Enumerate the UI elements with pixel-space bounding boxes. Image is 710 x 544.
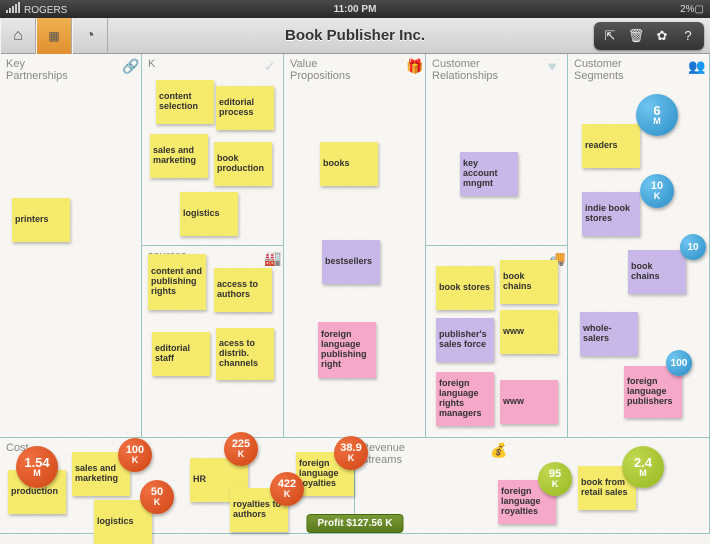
check-icon: ✓ (264, 58, 276, 75)
note-printers[interactable]: printers (12, 198, 70, 242)
badge-salesmkt[interactable]: 100K (118, 438, 152, 472)
section-ka: K (142, 54, 161, 74)
help-icon: ? (684, 28, 691, 43)
canvas[interactable]: Key Partnerships 🔗 K ✓ Value Proposition… (0, 54, 710, 535)
badge-flp[interactable]: 100 (666, 350, 692, 376)
note-bestsellers[interactable]: bestsellers (322, 240, 380, 284)
toolbar-right: ⇱ 🗑 ✿ ? (594, 22, 704, 50)
note-kam[interactable]: key account mngmt (460, 152, 518, 196)
badge-flr[interactable]: 38.9K (334, 436, 368, 470)
badge-royauth[interactable]: 422K (270, 472, 304, 506)
note-indie[interactable]: indie book stores (582, 192, 640, 236)
note-www[interactable]: www (500, 310, 558, 354)
clock-label: 11:00 PM (334, 4, 377, 15)
profit-label: Profit $127.56 K (306, 514, 403, 533)
carrier-label: ROGERS (6, 2, 67, 16)
link-icon: 🔗 (122, 58, 139, 75)
section-cr: Customer Relationships (426, 54, 516, 86)
note-books[interactable]: books (320, 142, 378, 186)
note-content-selection[interactable]: content selection (156, 80, 214, 124)
export-button[interactable]: ⇱ (597, 25, 623, 47)
note-book-chains[interactable]: book chains (500, 260, 558, 304)
section-rev: Revenue Streams (355, 438, 445, 470)
trash-icon: 🗑 (628, 28, 645, 44)
chart-button[interactable]: ◔ (72, 18, 108, 54)
note-readers[interactable]: readers (582, 124, 640, 168)
help-button[interactable]: ? (675, 25, 701, 47)
calculator-icon: ▦ (48, 29, 59, 43)
trash-button[interactable]: 🗑 (623, 25, 649, 47)
note-editorial-staff[interactable]: editorial staff (152, 332, 210, 376)
note-psf[interactable]: publisher's sales force (436, 318, 494, 362)
badge-production[interactable]: 1.54M (16, 446, 58, 488)
note-book-chains2[interactable]: book chains (628, 250, 686, 294)
factory-icon: 🏭 (264, 250, 281, 267)
note-logistics[interactable]: logistics (180, 192, 238, 236)
section-kp: Key Partnerships (0, 54, 90, 86)
note-www2[interactable]: www (500, 380, 558, 424)
note-wholesalers[interactable]: whole-salers (580, 312, 638, 356)
badge-readers[interactable]: 6M (636, 94, 678, 136)
note-cpr[interactable]: content and publishing rights (148, 254, 206, 310)
badge-retail[interactable]: 2.4M (622, 446, 664, 488)
battery-label: 2%▢ (680, 4, 704, 15)
pie-icon: ◔ (85, 27, 95, 45)
heart-icon: ♥ (548, 58, 556, 74)
note-access-dist[interactable]: acess to distrib. channels (216, 328, 274, 380)
home-button[interactable]: ⌂ (0, 18, 36, 54)
badge-indie[interactable]: 10K (640, 174, 674, 208)
money-icon: 💰 (490, 442, 507, 459)
note-flrm[interactable]: foreign language rights managers (436, 372, 494, 426)
badge-hr[interactable]: 225K (224, 432, 258, 466)
export-icon: ⇱ (605, 28, 616, 44)
badge-chains[interactable]: 10 (680, 234, 706, 260)
page-title: Book Publisher Inc. (285, 27, 425, 44)
gear-icon: ✿ (657, 28, 668, 44)
note-book-stores[interactable]: book stores (436, 266, 494, 310)
note-access-authors[interactable]: access to authors (214, 268, 272, 312)
note-sales-marketing[interactable]: sales and marketing (150, 134, 208, 178)
section-cs: Customer Segments (568, 54, 658, 86)
note-editorial-process[interactable]: editorial process (216, 86, 274, 130)
people-icon: 👥 (688, 58, 705, 75)
note-flpr[interactable]: foreign language publishing right (318, 322, 376, 378)
note-book-production[interactable]: book production (214, 142, 272, 186)
badge-logistics[interactable]: 50K (140, 480, 174, 514)
calculator-button[interactable]: ▦ (36, 18, 72, 54)
status-bar: ROGERS 11:00 PM 2%▢ (0, 0, 710, 18)
home-icon: ⌂ (13, 27, 23, 45)
section-vp: Value Propositions (284, 54, 374, 86)
settings-button[interactable]: ✿ (649, 25, 675, 47)
title-bar: ⌂ ▦ ◔ Book Publisher Inc. ⇱ 🗑 ✿ ? (0, 18, 710, 54)
gift-icon: 🎁 (406, 58, 423, 75)
badge-flr2[interactable]: 95K (538, 462, 572, 496)
